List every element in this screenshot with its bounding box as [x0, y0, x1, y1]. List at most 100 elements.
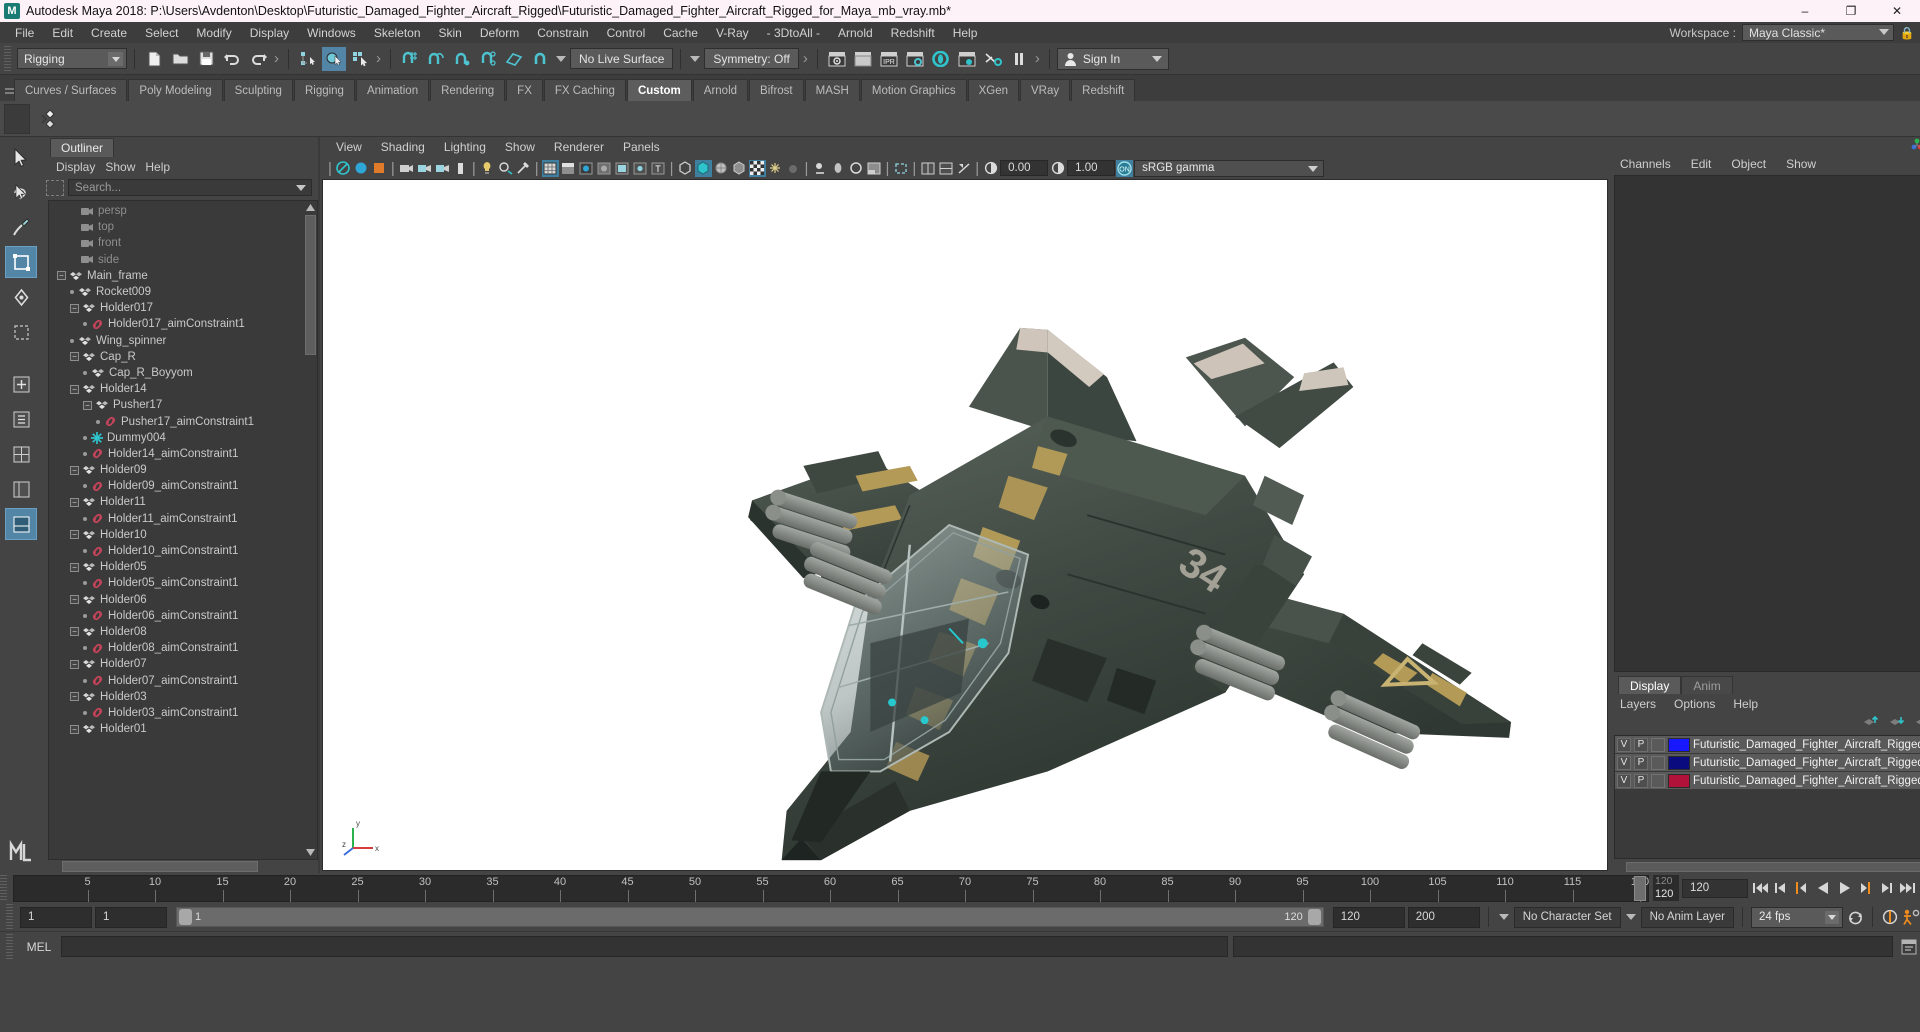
channelbox-menu-object[interactable]: Object [1731, 157, 1766, 171]
layer-color-swatch[interactable] [1668, 773, 1690, 788]
display-layer-row[interactable]: V P Futuristic_Damaged_Fighter_Aircraft_Ri… [1615, 754, 1920, 771]
range-end-field[interactable]: 120 [1332, 906, 1405, 928]
outliner-item[interactable]: − Holder017 [49, 300, 317, 316]
layer-playback-toggle[interactable]: P [1634, 773, 1648, 788]
outliner-menu-show[interactable]: Show [105, 160, 145, 174]
workspace-dropdown[interactable]: Maya Classic* [1742, 24, 1894, 41]
scrollbar-thumb[interactable] [62, 861, 258, 872]
exposure-icon[interactable] [982, 160, 999, 177]
outliner-menu-display[interactable]: Display [56, 160, 105, 174]
toggle-render-icon[interactable] [981, 47, 1005, 71]
select-set-icon[interactable] [46, 179, 64, 196]
xray-joints-icon[interactable] [694, 159, 712, 177]
symmetry-field[interactable]: Symmetry: Off [704, 48, 799, 69]
outliner-item[interactable]: − Holder11 [49, 494, 317, 510]
tree-collapse-toggle[interactable]: − [70, 465, 79, 475]
shelf-item-custom-tool-icon[interactable] [34, 103, 66, 135]
scrollbar-thumb[interactable] [305, 215, 316, 355]
viewport-menu-lighting[interactable]: Lighting [444, 140, 486, 154]
layereditor-menu-help[interactable]: Help [1733, 697, 1758, 711]
outliner-tree[interactable]: persp top front side − Main_frame Rocket009− Ho… [48, 200, 318, 860]
color-profile-dropdown[interactable]: sRGB gamma [1134, 159, 1325, 177]
four-view-layout[interactable] [5, 438, 37, 470]
grid-snap-panel-icon[interactable] [919, 160, 936, 177]
range-start-field[interactable]: 1 [95, 906, 167, 928]
move-layer-up-icon[interactable] [1863, 715, 1880, 731]
outliner-menu-help[interactable]: Help [145, 160, 180, 174]
outliner-item[interactable]: Dummy004 [49, 430, 317, 446]
current-frame-field[interactable]: 120 [1682, 878, 1748, 898]
outliner-item[interactable]: − Holder08 [49, 624, 317, 640]
outliner-item[interactable]: − Main_frame [49, 268, 317, 284]
outliner-item[interactable]: − Holder06 [49, 592, 317, 608]
tree-collapse-toggle[interactable]: − [70, 352, 79, 362]
menu-modify[interactable]: Modify [187, 24, 240, 42]
render-view-icon[interactable] [825, 47, 849, 71]
character-set-chevron-icon[interactable] [1497, 910, 1511, 924]
scale-tool[interactable] [5, 316, 37, 348]
layer-visibility-toggle[interactable]: V [1617, 737, 1631, 752]
texture-toggle-icon[interactable] [614, 160, 631, 177]
select-component-icon[interactable] [348, 47, 372, 71]
menu-arnold[interactable]: Arnold [829, 24, 882, 42]
step-forward-frame-button[interactable] [1856, 877, 1874, 899]
last-tool-used[interactable] [5, 403, 37, 435]
outliner-item[interactable]: Rocket009 [49, 284, 317, 300]
shelf-tab-mash[interactable]: MASH [804, 79, 860, 101]
tree-collapse-toggle[interactable]: − [70, 627, 79, 637]
chevron-down-icon[interactable] [554, 52, 568, 66]
snap-viewplane-icon[interactable] [502, 47, 526, 71]
menu-constrain[interactable]: Constrain [528, 24, 597, 42]
gamma-icon[interactable] [1049, 160, 1066, 177]
redo-icon[interactable] [246, 47, 270, 71]
step-back-frame-button[interactable] [1793, 877, 1811, 899]
smooth-shade-all-icon[interactable] [560, 160, 577, 177]
layereditor-tab-display[interactable]: Display [1618, 676, 1682, 694]
display-layer-row[interactable]: V P Futuristic_Damaged_Fighter_Aircraft_Ri… [1615, 772, 1920, 789]
snap-point-icon[interactable] [450, 47, 474, 71]
persp-outliner-layout[interactable] [5, 473, 37, 505]
outliner-item[interactable]: persp [49, 203, 317, 219]
step-back-key-button[interactable] [1772, 877, 1790, 899]
layer-playback-toggle[interactable]: P [1634, 737, 1648, 752]
outliner-item[interactable]: Holder11_aimConstraint1 [49, 511, 317, 527]
layer-visibility-toggle[interactable]: V [1617, 755, 1631, 770]
shelf-tab-fx-caching[interactable]: FX Caching [543, 79, 626, 101]
layer-visibility-toggle[interactable]: V [1617, 773, 1631, 788]
outliner-search-input[interactable]: Search... [68, 179, 312, 196]
measure-tool-icon[interactable] [515, 160, 532, 177]
layereditor-menu-layers[interactable]: Layers [1620, 697, 1656, 711]
range-right-handle[interactable] [1307, 909, 1321, 925]
menu-v-ray[interactable]: V-Ray [707, 24, 758, 42]
gamma-value-field[interactable]: 1.00 [1067, 160, 1116, 176]
rotate-tool[interactable] [5, 281, 37, 313]
move-tool[interactable] [5, 246, 37, 278]
render-sequence-icon[interactable] [851, 47, 875, 71]
checker-icon[interactable] [748, 159, 766, 177]
outliner-item[interactable]: Holder08_aimConstraint1 [49, 640, 317, 656]
select-tool[interactable] [5, 141, 37, 173]
shelf-tab-bifrost[interactable]: Bifrost [749, 79, 804, 101]
menu-help[interactable]: Help [944, 24, 987, 42]
close-button[interactable]: ✕ [1874, 0, 1920, 22]
tree-collapse-toggle[interactable]: − [70, 724, 79, 734]
shelf-tab-vray[interactable]: VRay [1020, 79, 1071, 101]
display-layer-row[interactable]: V P Futuristic_Damaged_Fighter_Aircraft_Ri… [1615, 736, 1920, 753]
camera-attributes-icon[interactable] [353, 160, 370, 177]
undo-icon[interactable] [220, 47, 244, 71]
shelf-tab-curves-surfaces[interactable]: Curves / Surfaces [14, 79, 128, 101]
go-to-end-button[interactable] [1898, 877, 1916, 899]
menu-display[interactable]: Display [241, 24, 298, 42]
outliner-item[interactable]: − Holder10 [49, 527, 317, 543]
timeline-current-time-cursor[interactable] [1634, 875, 1646, 901]
viewport-menu-renderer[interactable]: Renderer [554, 140, 604, 154]
outliner-item[interactable]: Holder06_aimConstraint1 [49, 608, 317, 624]
pause-render-icon[interactable] [1007, 47, 1031, 71]
show-manip-icon[interactable] [1910, 137, 1920, 154]
outliner-item[interactable]: − Holder09 [49, 462, 317, 478]
bookmark-icon[interactable] [371, 160, 388, 177]
anim-start-field[interactable]: 1 [20, 906, 92, 928]
channelbox-body[interactable] [1614, 175, 1920, 672]
range-left-handle[interactable] [179, 909, 192, 925]
exposure-value-field[interactable]: 0.00 [1000, 160, 1049, 176]
